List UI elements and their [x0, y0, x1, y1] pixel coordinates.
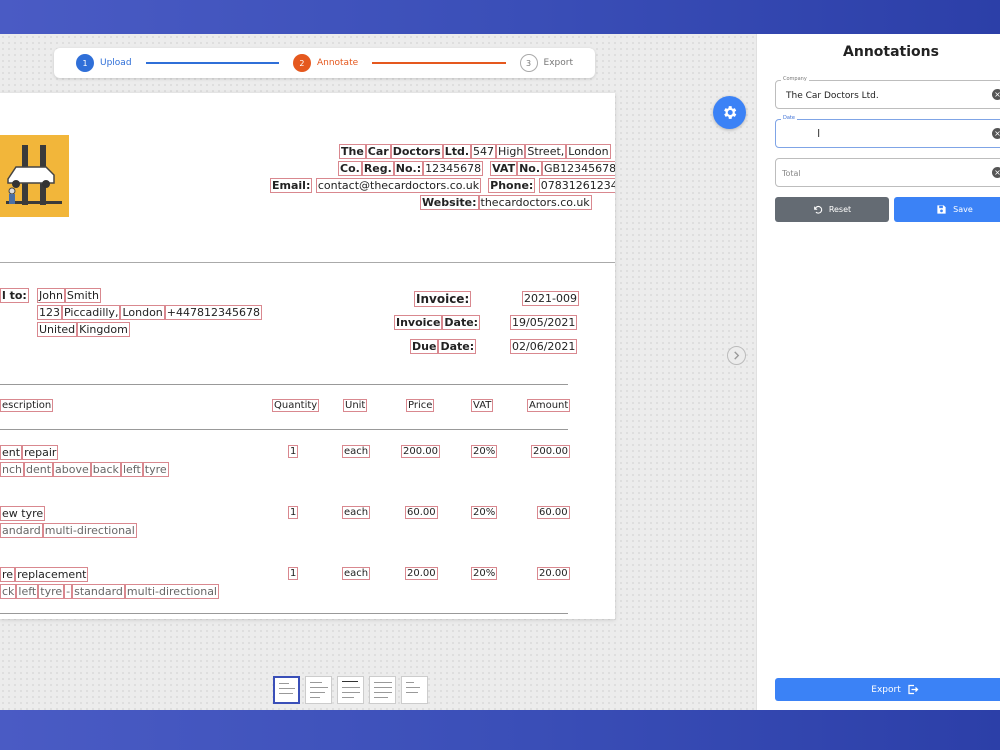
- step-connector: [145, 62, 279, 64]
- car-lift-icon: [6, 145, 62, 205]
- company-logo: [0, 135, 69, 217]
- reset-label: Reset: [828, 205, 852, 214]
- progress-stepper: 1 Upload 2 Annotate 3 Export: [54, 48, 595, 78]
- cell-vat: 20%: [471, 567, 498, 580]
- header-unit: Unit: [343, 399, 368, 412]
- table-row: re replacement: [0, 567, 89, 582]
- step-annotate[interactable]: 2 Annotate: [292, 54, 359, 72]
- header-price: Price: [406, 399, 435, 412]
- invoice-number-label: Invoice:: [414, 291, 472, 307]
- company-contact-line: Email: contact@thecardoctors.co.uk Phone…: [270, 178, 615, 193]
- invoice-document[interactable]: The Car Doctors Ltd. 547 High Street, London Co…: [0, 93, 615, 619]
- cell-qty: 1: [288, 567, 299, 580]
- company-name-line: The Car Doctors Ltd. 547 High Street, London: [339, 144, 611, 159]
- clear-icon[interactable]: ×: [992, 128, 1000, 139]
- header-description: escription: [0, 399, 54, 412]
- company-website-line: Website: thecardoctors.co.uk: [420, 195, 592, 210]
- bill-to-address: 123 Piccadilly, London +447812345678: [37, 305, 262, 320]
- field-label: Company: [781, 76, 809, 82]
- export-label: Export: [871, 684, 901, 695]
- page-thumbnails: [273, 676, 428, 704]
- reset-button[interactable]: Reset: [775, 197, 889, 222]
- cell-unit: each: [342, 567, 371, 580]
- reset-icon: [813, 205, 822, 214]
- invoice-number-value: 2021-009: [522, 291, 579, 306]
- field-value: The Car Doctors Ltd.: [786, 91, 879, 101]
- export-button[interactable]: Export: [775, 678, 1000, 701]
- company-field[interactable]: Company The Car Doctors Ltd. ×: [775, 76, 1000, 109]
- cell-qty: 1: [288, 506, 299, 519]
- table-row-detail: nch dent above back left tyre: [0, 462, 169, 477]
- page-thumbnail[interactable]: [273, 676, 300, 704]
- company-reg-line: Co.Reg.No.:12345678 VATNo.GB123456789: [338, 161, 615, 176]
- header-vat: VAT: [471, 399, 494, 412]
- cell-amount: 200.00: [531, 445, 570, 458]
- header-quantity: Quantity: [272, 399, 320, 412]
- field-placeholder: Total: [782, 169, 801, 178]
- settings-button[interactable]: [713, 96, 746, 129]
- cell-price: 200.00: [401, 445, 440, 458]
- step-label: Annotate: [316, 58, 359, 68]
- cell-amount: 60.00: [537, 506, 570, 519]
- cell-price: 20.00: [405, 567, 438, 580]
- save-icon: [937, 205, 946, 214]
- chevron-right-icon: [734, 351, 740, 360]
- cell-unit: each: [342, 506, 371, 519]
- clear-icon[interactable]: ×: [992, 167, 1000, 178]
- step-label: Export: [543, 58, 574, 68]
- cell-qty: 1: [288, 445, 299, 458]
- table-row-detail: ck left tyre - standard multi-directional: [0, 584, 219, 599]
- divider: [0, 613, 568, 614]
- save-label: Save: [953, 205, 973, 214]
- field-label: Date: [781, 115, 797, 121]
- panel-title: Annotations: [843, 44, 939, 60]
- step-number: 2: [292, 54, 311, 72]
- table-row: ent repair: [0, 445, 59, 460]
- page-thumbnail[interactable]: [401, 676, 428, 704]
- gear-icon: [724, 106, 737, 119]
- app-workspace: 1 Upload 2 Annotate 3 Export The Car Doc…: [0, 34, 1000, 710]
- step-connector: [372, 62, 506, 64]
- step-export[interactable]: 3 Export: [519, 54, 574, 72]
- invoice-date-label: Invoice Date:: [394, 315, 481, 330]
- next-page-button[interactable]: [727, 346, 746, 365]
- export-icon: [908, 684, 919, 695]
- bill-to-country: United Kingdom: [37, 322, 130, 337]
- cell-vat: 20%: [471, 506, 498, 519]
- text-cursor-icon: I: [817, 127, 821, 140]
- header-amount: Amount: [527, 399, 571, 412]
- page-thumbnail[interactable]: [369, 676, 396, 704]
- save-button[interactable]: Save: [894, 197, 1000, 222]
- step-upload[interactable]: 1 Upload: [76, 54, 132, 72]
- page-thumbnail[interactable]: [337, 676, 364, 704]
- cell-amount: 20.00: [537, 567, 570, 580]
- cell-unit: each: [342, 445, 371, 458]
- divider: [0, 429, 568, 430]
- step-number: 1: [76, 54, 94, 72]
- annotations-panel: Annotations Company The Car Doctors Ltd.…: [756, 34, 1000, 710]
- due-date-label: Due Date:: [410, 339, 477, 354]
- cell-price: 60.00: [405, 506, 438, 519]
- invoice-date-value: 19/05/2021: [510, 315, 578, 330]
- divider: [0, 262, 615, 263]
- date-field[interactable]: Date I ×: [775, 115, 1000, 148]
- clear-icon[interactable]: ×: [992, 89, 1000, 100]
- table-row-detail: andard multi-directional: [0, 523, 137, 538]
- page-thumbnail[interactable]: [305, 676, 332, 704]
- bill-to-name: John Smith: [37, 288, 101, 303]
- divider: [0, 384, 568, 385]
- total-field[interactable]: Total ×: [775, 158, 1000, 187]
- bill-to-label: l to:: [0, 288, 29, 303]
- step-label: Upload: [100, 58, 132, 68]
- step-number: 3: [519, 54, 538, 72]
- cell-vat: 20%: [471, 445, 498, 458]
- due-date-value: 02/06/2021: [510, 339, 578, 354]
- table-row: ew tyre: [0, 506, 46, 521]
